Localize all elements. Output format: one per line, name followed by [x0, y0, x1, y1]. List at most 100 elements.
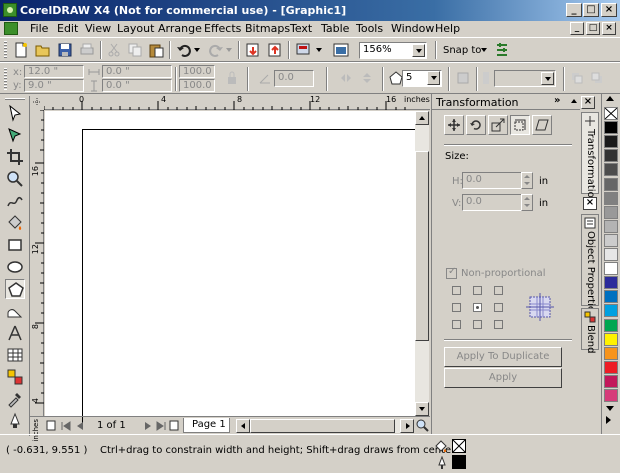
palette-flyout-icon[interactable]: [606, 416, 611, 424]
palette-swatch[interactable]: [604, 121, 618, 135]
anchor-center[interactable]: [473, 303, 482, 312]
palette-swatch[interactable]: [604, 332, 618, 346]
vertical-ruler[interactable]: 16 12 8 4: [30, 110, 44, 416]
apply-button[interactable]: Apply: [444, 368, 562, 388]
palette-swatch[interactable]: [604, 135, 618, 149]
mirror-vertical-icon[interactable]: [360, 71, 374, 85]
undo-dropdown-icon[interactable]: [194, 48, 200, 52]
open-icon[interactable]: [35, 42, 51, 58]
paste-icon[interactable]: [148, 42, 164, 58]
vertical-size-field[interactable]: 0.0: [462, 194, 522, 211]
scroll-right-button[interactable]: [400, 419, 414, 433]
rectangle-tool-icon[interactable]: [6, 236, 24, 254]
horizontal-size-spinner[interactable]: [521, 172, 533, 189]
zoom-tool-icon[interactable]: [6, 170, 24, 188]
horizontal-scroll-thumb[interactable]: [250, 419, 395, 433]
horizontal-size-field[interactable]: 0.0: [462, 172, 522, 189]
coreldraw-app-icon[interactable]: [3, 3, 17, 17]
menu-view[interactable]: View: [85, 22, 111, 35]
menu-edit[interactable]: Edit: [57, 22, 78, 35]
scale-height-field[interactable]: 100.0: [179, 79, 215, 92]
palette-swatch[interactable]: [604, 360, 618, 374]
polygon-points-field[interactable]: 5: [402, 70, 442, 87]
size-tab[interactable]: [510, 115, 530, 135]
palette-swatch[interactable]: [604, 374, 618, 388]
menu-window[interactable]: Window: [391, 22, 434, 35]
options-icon[interactable]: [494, 42, 510, 58]
anchor-top-left[interactable]: [452, 286, 461, 295]
welcome-screen-icon[interactable]: [333, 42, 349, 58]
lock-ratio-icon[interactable]: [225, 71, 239, 85]
scale-width-field[interactable]: 100.0: [179, 65, 215, 78]
outline-indicator-icon[interactable]: [436, 456, 448, 470]
add-page-before-icon[interactable]: [46, 420, 57, 431]
palette-swatch[interactable]: [604, 163, 618, 177]
doc-close-button[interactable]: ×: [602, 22, 616, 35]
transformation-side-tab[interactable]: Transformation: [581, 112, 599, 204]
rotate-tab[interactable]: [466, 115, 486, 135]
doc-restore-button[interactable]: □: [586, 22, 600, 35]
palette-scroll-up-icon[interactable]: [606, 96, 614, 101]
undo-icon[interactable]: [176, 42, 192, 58]
snap-to-button[interactable]: Snap to: [443, 45, 481, 56]
navigator-zoom-icon[interactable]: [415, 418, 429, 432]
palette-swatch[interactable]: [604, 389, 618, 402]
cut-icon[interactable]: [106, 42, 122, 58]
interactive-blend-tool-icon[interactable]: [6, 368, 24, 386]
fill-color-swatch[interactable]: [452, 439, 466, 453]
toolbar-grip[interactable]: [4, 41, 7, 59]
outline-tool-icon[interactable]: [6, 412, 24, 430]
copy-icon[interactable]: [127, 42, 143, 58]
import-icon[interactable]: [245, 42, 261, 58]
palette-swatch[interactable]: [604, 276, 618, 290]
first-page-icon[interactable]: [61, 421, 71, 431]
drawing-page[interactable]: [82, 129, 422, 429]
polygon-tool-button[interactable]: [5, 279, 25, 299]
menu-file[interactable]: File: [30, 22, 48, 35]
palette-swatch[interactable]: [604, 290, 618, 304]
export-icon[interactable]: [267, 42, 283, 58]
palette-swatch[interactable]: [604, 233, 618, 247]
palette-swatch[interactable]: [604, 248, 618, 261]
drawing-canvas[interactable]: [45, 111, 422, 429]
palette-swatch[interactable]: [604, 304, 618, 318]
page-tab[interactable]: Page 1: [183, 418, 230, 433]
redo-dropdown-icon[interactable]: [226, 48, 232, 52]
anchor-bottom-center[interactable]: [473, 320, 482, 329]
anchor-middle-right[interactable]: [494, 303, 503, 312]
outline-width-dropdown-icon[interactable]: [541, 72, 554, 85]
palette-swatch[interactable]: [604, 346, 618, 360]
anchor-top-center[interactable]: [473, 286, 482, 295]
x-position-field[interactable]: 12.0 ": [24, 65, 84, 78]
close-button[interactable]: ×: [601, 3, 617, 17]
menu-layout[interactable]: Layout: [117, 22, 154, 35]
table-tool-icon[interactable]: [6, 346, 24, 364]
snap-to-dropdown-icon[interactable]: [481, 48, 487, 52]
y-position-field[interactable]: 9.0 ": [24, 79, 84, 92]
doc-minimize-button[interactable]: _: [570, 22, 584, 35]
outline-width-select[interactable]: [494, 70, 556, 87]
anchor-bottom-right[interactable]: [494, 320, 503, 329]
new-icon[interactable]: [13, 42, 29, 58]
to-back-icon[interactable]: [590, 71, 604, 85]
crop-tool-icon[interactable]: [6, 148, 24, 166]
fill-indicator-icon[interactable]: [434, 439, 448, 453]
docker-close-button[interactable]: ×: [581, 96, 595, 109]
palette-scroll-down-icon[interactable]: [606, 406, 614, 411]
docker-collapse-icon[interactable]: [571, 99, 577, 103]
pick-tool-icon[interactable]: [6, 104, 24, 122]
document-icon[interactable]: [4, 22, 18, 35]
print-icon[interactable]: [79, 42, 95, 58]
zoom-level-select[interactable]: 156%: [359, 42, 427, 59]
freehand-tool-icon[interactable]: [6, 192, 24, 210]
apply-to-duplicate-button[interactable]: Apply To Duplicate: [444, 347, 562, 367]
non-proportional-checkbox[interactable]: ✓: [446, 266, 457, 279]
palette-swatch[interactable]: [604, 177, 618, 191]
palette-swatch[interactable]: [604, 191, 618, 205]
position-tab[interactable]: [444, 115, 464, 135]
horizontal-ruler[interactable]: 0 4 8 12 16 inches: [44, 94, 430, 110]
menu-text[interactable]: Text: [290, 22, 312, 35]
palette-swatch[interactable]: [604, 262, 618, 276]
anchor-bottom-left[interactable]: [452, 320, 461, 329]
mirror-horizontal-icon[interactable]: [339, 71, 353, 85]
